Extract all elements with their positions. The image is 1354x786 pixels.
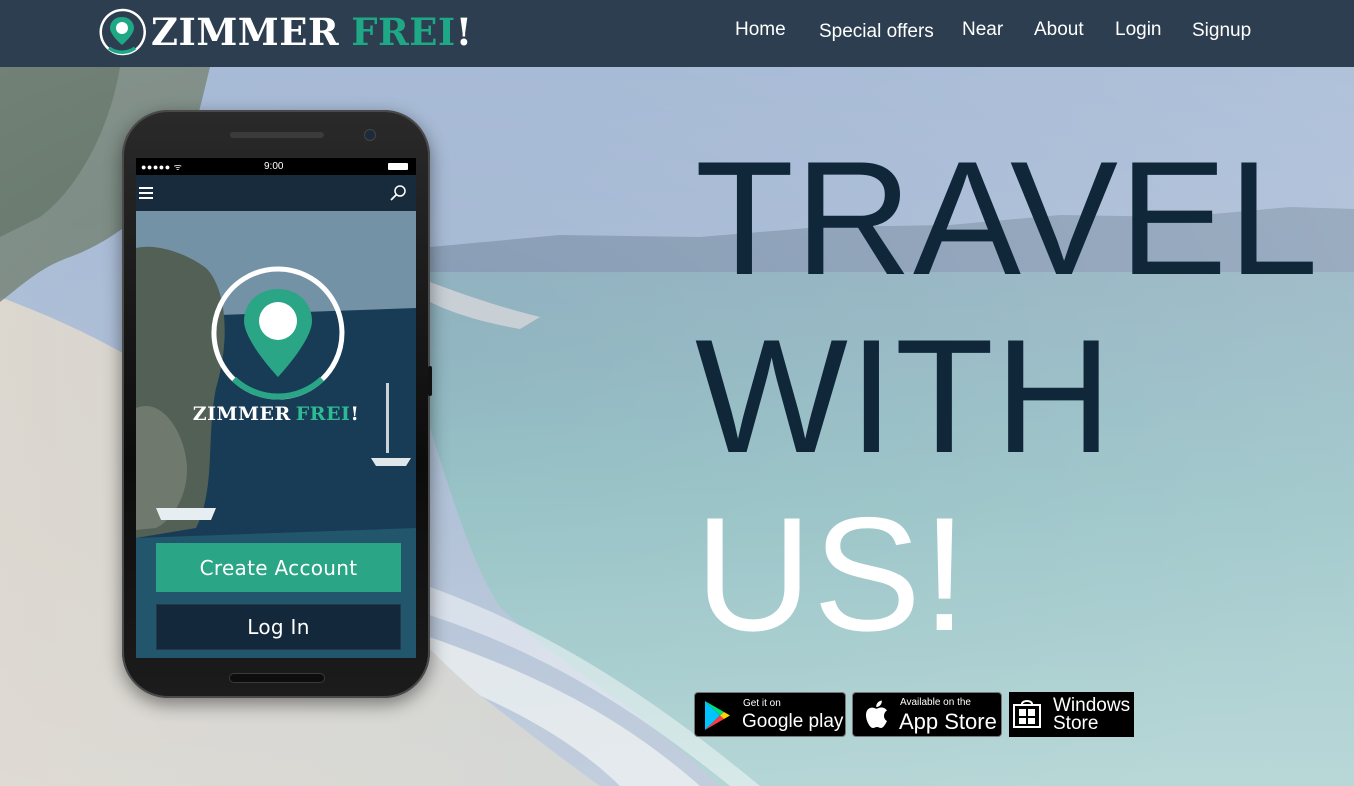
windows-store-badge[interactable]: Windows Store [1009, 692, 1134, 737]
search-icon[interactable] [389, 184, 407, 202]
windows-store-icon [1013, 700, 1041, 728]
phone-camera [365, 130, 375, 140]
windows-store-line2: Store [1053, 713, 1099, 734]
app-logo-word-zimmer: ZIMMER [192, 403, 291, 425]
hamburger-menu-icon[interactable] [139, 187, 153, 199]
app-location-pin-icon [211, 266, 345, 400]
log-in-button[interactable]: Log In [156, 604, 401, 650]
app-logo-exclamation: ! [350, 403, 360, 425]
signal-wifi-icon: ●●●●● ᯤ [141, 162, 183, 172]
logo-wordmark: ZIMMER FREI! [151, 13, 472, 51]
phone-bottom-speaker [230, 674, 324, 682]
headline-line-us: US! [695, 484, 969, 665]
google-play-badge[interactable]: Get it on Google play [694, 692, 846, 737]
hero-headline: TRAVEL WITH US! [695, 130, 1319, 664]
app-logo-wordmark: ZIMMER FREI! [136, 403, 416, 425]
apple-icon [866, 700, 887, 728]
app-store-small-text: Available on the [900, 697, 971, 708]
battery-icon [388, 163, 408, 170]
nav-login[interactable]: Login [1115, 19, 1162, 41]
app-store-label: App Store [899, 709, 997, 734]
logo-word-frei: FREI [351, 9, 456, 54]
logo-exclamation: ! [455, 9, 473, 54]
location-pin-icon [99, 8, 146, 56]
google-play-icon [705, 701, 730, 730]
google-play-label: Google play [742, 711, 844, 732]
app-store-badge[interactable]: Available on the App Store [852, 692, 1002, 737]
app-logo-word-frei: FREI [295, 403, 351, 425]
headline-line-travel: TRAVEL [695, 128, 1320, 309]
phone-side-button [428, 366, 432, 396]
phone-mockup: ●●●●● ᯤ 9:00 ZIMMER FREI! Create Account … [122, 110, 432, 698]
headline-line-with: WITH [695, 306, 1113, 487]
top-navbar: ZIMMER FREI! Home Special offers Near Abo… [0, 0, 1354, 67]
nav-home[interactable]: Home [735, 19, 786, 41]
nav-near[interactable]: Near [962, 19, 1003, 41]
google-play-small-text: Get it on [743, 698, 781, 709]
phone-status-bar: ●●●●● ᯤ 9:00 [136, 158, 416, 175]
site-logo[interactable]: ZIMMER FREI! [97, 6, 472, 58]
nav-special-offers[interactable]: Special offers [819, 21, 934, 43]
phone-screen: ●●●●● ᯤ 9:00 ZIMMER FREI! Create Account … [136, 158, 416, 658]
nav-signup[interactable]: Signup [1192, 20, 1251, 42]
create-account-button[interactable]: Create Account [156, 543, 401, 592]
status-time: 9:00 [264, 161, 284, 172]
logo-word-zimmer: ZIMMER [151, 9, 340, 54]
app-toolbar [136, 175, 416, 211]
phone-speaker [230, 132, 324, 138]
nav-about[interactable]: About [1034, 19, 1084, 41]
